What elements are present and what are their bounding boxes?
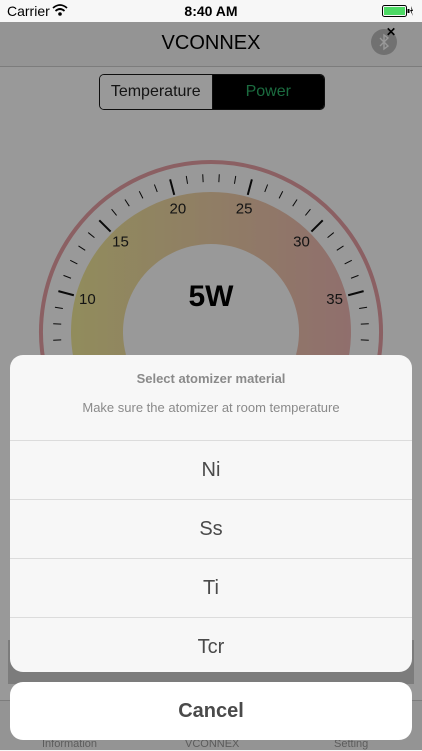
option-ss[interactable]: Ss xyxy=(10,500,412,559)
option-ni[interactable]: Ni xyxy=(10,441,412,500)
option-tcr[interactable]: Tcr xyxy=(10,618,412,672)
status-bar: Carrier 8:40 AM xyxy=(0,0,422,22)
action-sheet-header: Select atomizer material Make sure the a… xyxy=(10,355,412,441)
battery-icon xyxy=(382,5,414,17)
action-sheet-title: Select atomizer material xyxy=(10,355,412,386)
action-sheet-message: Make sure the atomizer at room temperatu… xyxy=(10,386,412,415)
cancel-button[interactable]: Cancel xyxy=(10,682,412,740)
option-ti[interactable]: Ti xyxy=(10,559,412,618)
status-time: 8:40 AM xyxy=(0,3,422,19)
action-sheet: Select atomizer material Make sure the a… xyxy=(10,355,412,672)
